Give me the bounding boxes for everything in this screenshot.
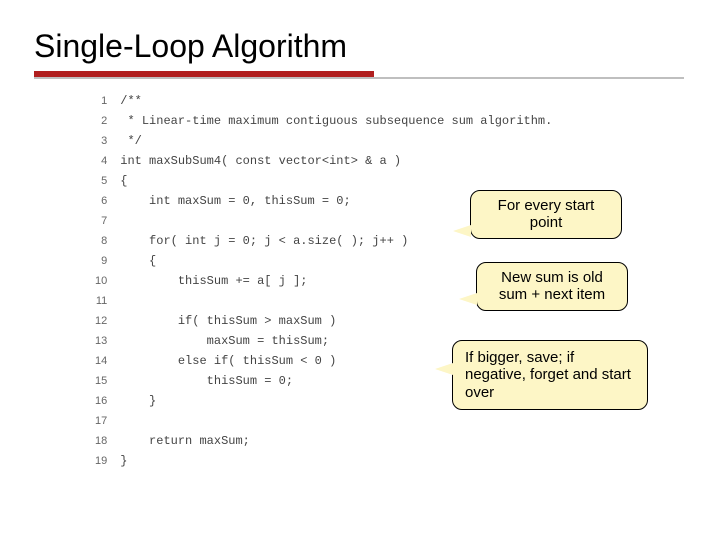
code-line: 1/**: [94, 91, 553, 111]
callout-text: If bigger, save; if negative, forget and…: [465, 349, 631, 401]
title-rule: [34, 71, 686, 79]
page-title: Single-Loop Algorithm: [34, 28, 686, 65]
line-number: 3: [94, 131, 119, 151]
code-text: int maxSubSum4( const vector<int> & a ): [119, 151, 553, 171]
code-text: /**: [119, 91, 553, 111]
line-number: 10: [94, 271, 119, 291]
line-number: 4: [94, 151, 119, 171]
code-line: 3 */: [94, 131, 553, 151]
line-number: 8: [94, 231, 119, 251]
code-line: 2 * Linear-time maximum contiguous subse…: [94, 111, 553, 131]
callout-tail-icon: [459, 293, 477, 305]
line-number: 17: [94, 411, 119, 431]
slide: Single-Loop Algorithm 1/**2 * Linear-tim…: [0, 0, 720, 540]
code-text: return maxSum;: [119, 431, 553, 451]
code-line: 18 return maxSum;: [94, 431, 553, 451]
callout-text: For every start point: [498, 197, 595, 231]
callout-tail-icon: [435, 363, 453, 375]
line-number: 2: [94, 111, 119, 131]
line-number: 15: [94, 371, 119, 391]
line-number: 16: [94, 391, 119, 411]
line-number: 6: [94, 191, 119, 211]
code-line: 12 if( thisSum > maxSum ): [94, 311, 553, 331]
line-number: 11: [94, 291, 119, 311]
code-text: if( thisSum > maxSum ): [119, 311, 553, 331]
code-line: 5{: [94, 171, 553, 191]
line-number: 9: [94, 251, 119, 271]
code-line: 17: [94, 411, 553, 431]
callout-text: New sum is old sum + next item: [499, 269, 605, 303]
code-line: 4int maxSubSum4( const vector<int> & a ): [94, 151, 553, 171]
code-text: [119, 411, 553, 431]
line-number: 19: [94, 451, 119, 471]
callout-save-or-reset: If bigger, save; if negative, forget and…: [452, 340, 648, 410]
line-number: 18: [94, 431, 119, 451]
code-text: */: [119, 131, 553, 151]
code-text: {: [119, 171, 553, 191]
code-line: 19}: [94, 451, 553, 471]
line-number: 7: [94, 211, 119, 231]
line-number: 13: [94, 331, 119, 351]
callout-start-point: For every start point: [470, 190, 622, 239]
line-number: 1: [94, 91, 119, 111]
line-number: 5: [94, 171, 119, 191]
line-number: 12: [94, 311, 119, 331]
callout-tail-icon: [453, 225, 471, 237]
code-text: * Linear-time maximum contiguous subsequ…: [119, 111, 553, 131]
code-text: }: [119, 451, 553, 471]
gray-rule: [34, 77, 684, 79]
callout-new-sum: New sum is old sum + next item: [476, 262, 628, 311]
line-number: 14: [94, 351, 119, 371]
code-listing: 1/**2 * Linear-time maximum contiguous s…: [94, 91, 494, 471]
